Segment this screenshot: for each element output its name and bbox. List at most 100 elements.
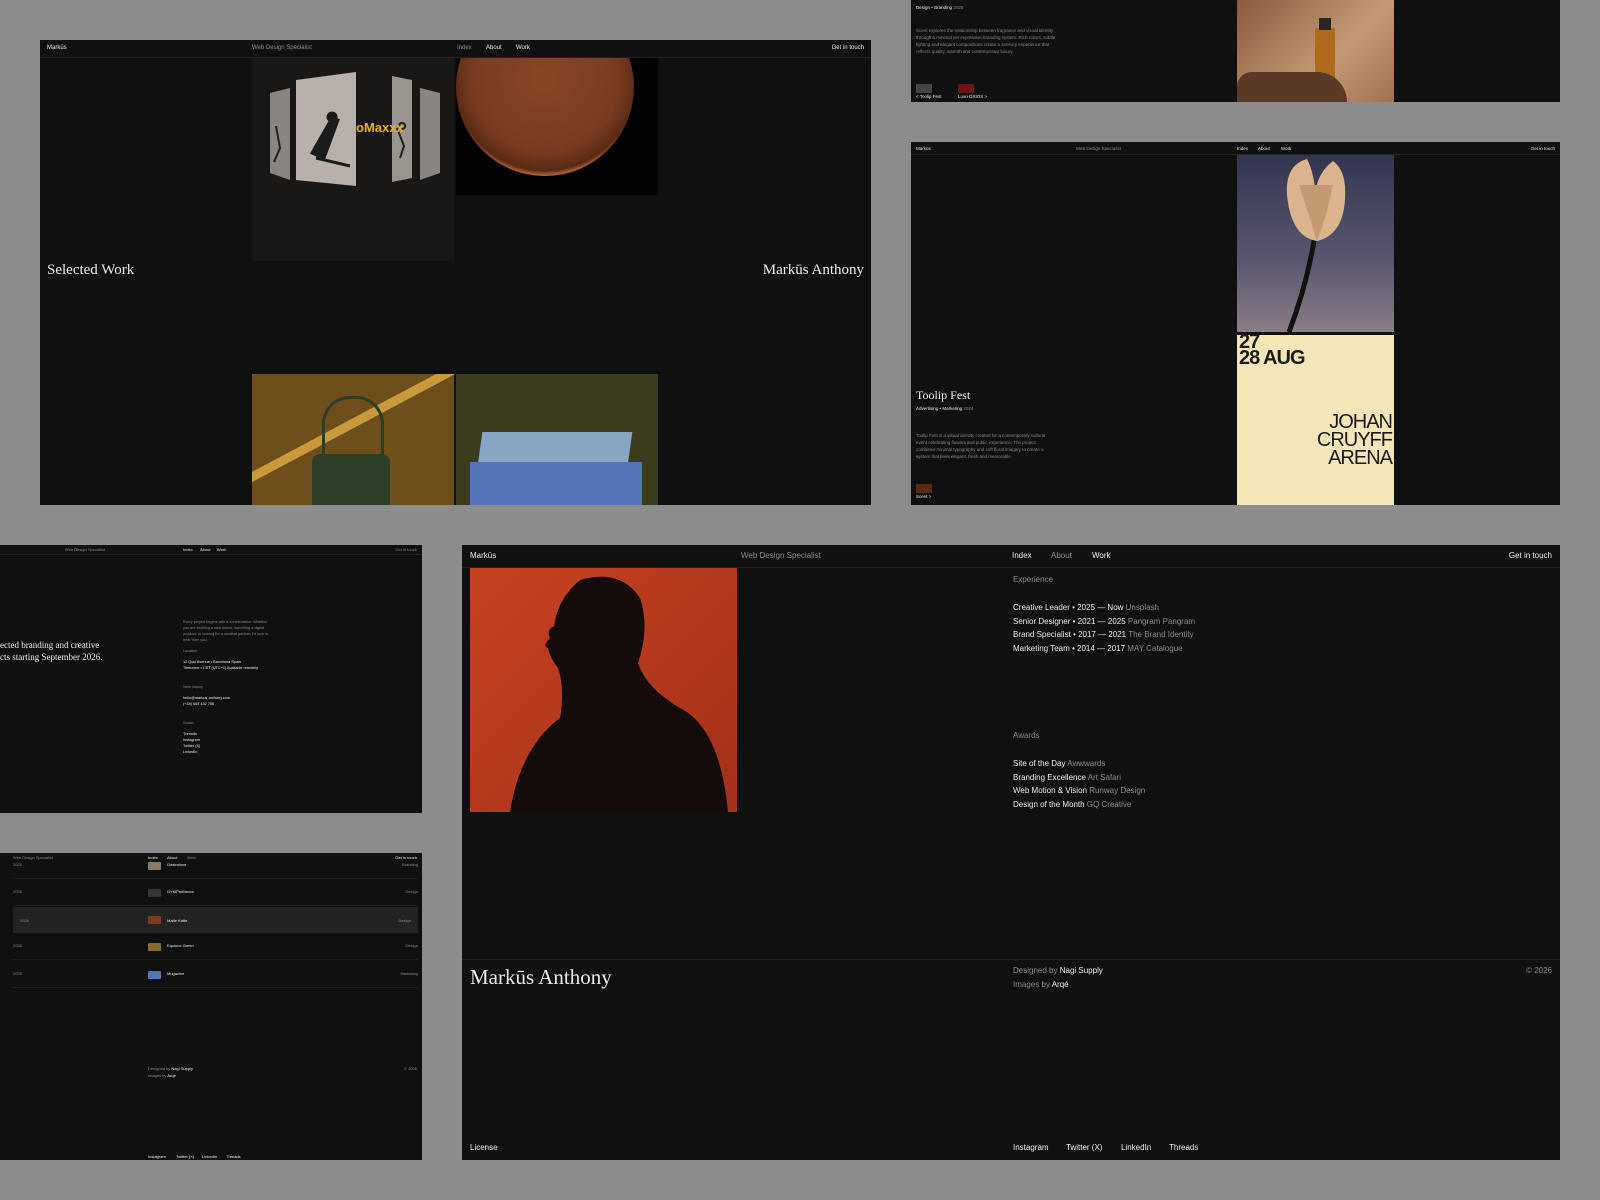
row-thumbnail bbox=[148, 971, 161, 979]
project-meta: Advertising • Marketing 2024 bbox=[916, 406, 974, 411]
row-name: Gastrolove bbox=[167, 862, 187, 867]
project-image-bag[interactable] bbox=[252, 374, 454, 505]
tagline: Web Design Specialist bbox=[13, 855, 53, 860]
footer-threads[interactable]: Threads bbox=[1169, 1143, 1198, 1152]
index-list-panel: Web Design Specialist Index About Work G… bbox=[0, 853, 422, 1160]
footer-linkedin[interactable]: LinkedIn bbox=[1121, 1143, 1151, 1152]
poster-date-2: 28 AUG bbox=[1239, 347, 1306, 369]
scent-meta: Design • Branding 2025 bbox=[916, 5, 964, 10]
get-in-touch-button[interactable]: Get in touch bbox=[1531, 146, 1555, 151]
tulip-image bbox=[1237, 155, 1394, 332]
nav-work[interactable]: Work bbox=[1281, 146, 1291, 151]
prev-thumbnail bbox=[916, 84, 932, 93]
row-year: 2025 bbox=[13, 862, 22, 867]
social-instagram[interactable]: Instagram bbox=[183, 738, 200, 742]
brand-link[interactable]: Markūs bbox=[47, 45, 67, 51]
nav-about[interactable]: About bbox=[1051, 551, 1072, 560]
email-link[interactable]: hello@markus-anthony.com bbox=[183, 696, 230, 700]
get-in-touch-button[interactable]: Get in touch bbox=[395, 547, 417, 552]
project-image-gym[interactable]: oMaxxx bbox=[252, 58, 454, 261]
box-top bbox=[477, 432, 633, 466]
row-year: 2026 bbox=[13, 943, 22, 948]
nav-about[interactable]: About bbox=[486, 45, 502, 51]
nav-work[interactable]: Work bbox=[1092, 551, 1111, 560]
location-line-2: Timezone • CET (UTC+1) Available remotel… bbox=[183, 666, 259, 670]
license-link[interactable]: License bbox=[470, 1143, 498, 1152]
next-project-link[interactable]: Luxo OXIOS > bbox=[958, 84, 987, 100]
event-poster: 27 28 AUG JOHAN CRUYFF ARENA bbox=[1237, 335, 1394, 505]
get-in-touch-button[interactable]: Get in touch bbox=[395, 855, 417, 860]
nav-index[interactable]: Index bbox=[457, 45, 472, 51]
box-front bbox=[470, 462, 642, 505]
plate-shape bbox=[456, 58, 634, 176]
footer-instagram[interactable]: Instagram bbox=[1013, 1143, 1049, 1152]
credits-images: Images by Arqé bbox=[148, 1073, 176, 1078]
social-twitter[interactable]: Twitter (X) bbox=[183, 744, 200, 748]
social-linkedin[interactable]: LinkedIn bbox=[183, 750, 197, 754]
designed-by-link[interactable]: Nagi Supply bbox=[171, 1066, 193, 1071]
contact-panel: Web Design Specialist Index About Work G… bbox=[0, 545, 422, 813]
row-category: Design bbox=[405, 889, 418, 894]
footer-threads[interactable]: Threads bbox=[226, 1154, 241, 1159]
designed-by-link[interactable]: Nagi Supply bbox=[1060, 966, 1103, 975]
top-nav: Markūs Web Design Specialist Index About… bbox=[911, 142, 1560, 155]
divider bbox=[13, 987, 418, 988]
next-label: Luxo OXIOS > bbox=[958, 94, 988, 99]
prev-project-link[interactable]: < Toolip Fest bbox=[916, 84, 942, 100]
footer-twitter[interactable]: Twitter (X) bbox=[176, 1154, 194, 1159]
copyright: © 2026 bbox=[404, 1066, 417, 1071]
footer-twitter[interactable]: Twitter (X) bbox=[1066, 1143, 1102, 1152]
nav-work[interactable]: Work bbox=[217, 547, 226, 552]
footer-linkedin[interactable]: LinkedIn bbox=[202, 1154, 217, 1159]
experience-label: Experience bbox=[1013, 575, 1054, 584]
row-name: Equinox Green bbox=[167, 943, 194, 948]
divider bbox=[13, 878, 418, 879]
top-nav: Markūs Web Design Specialist Index About… bbox=[462, 545, 1560, 568]
table-row-active[interactable]: 2026 Matte Kaffe Design bbox=[13, 907, 418, 933]
nav-work[interactable]: Work bbox=[187, 855, 196, 860]
experience-item: Senior Designer • 2021 — 2025 Pangram Pa… bbox=[1013, 617, 1196, 626]
social-threads[interactable]: Threads bbox=[183, 732, 197, 736]
designer-name: Markūs Anthony bbox=[762, 262, 864, 278]
location-label: Location bbox=[183, 649, 198, 653]
next-project-link[interactable]: Scent > bbox=[916, 484, 932, 500]
row-category: Design bbox=[398, 918, 411, 923]
award-item: Design of the Month GQ Creative bbox=[1013, 800, 1132, 809]
location-line-1: 12 Quiz Avenue • Barcelona Spain bbox=[183, 660, 242, 664]
prev-label: < Toolip Fest bbox=[916, 94, 942, 99]
table-row[interactable]: 2026 Equinox Green Design bbox=[13, 943, 418, 959]
project-image-box[interactable] bbox=[456, 374, 658, 505]
nav-index[interactable]: Index bbox=[1237, 146, 1248, 151]
contact-intro-line-1: ected branding and creative bbox=[0, 640, 100, 650]
images-by-link[interactable]: Arqé bbox=[1052, 980, 1069, 989]
award-item: Web Motion & Vision Runway Design bbox=[1013, 786, 1146, 795]
footer-instagram[interactable]: Instagram bbox=[148, 1154, 166, 1159]
row-year: 2025 bbox=[13, 971, 22, 976]
nav-index[interactable]: Index bbox=[148, 855, 158, 860]
phone-link[interactable]: (+34) 654 432 756 bbox=[183, 702, 214, 706]
get-in-touch-button[interactable]: Get in touch bbox=[1509, 551, 1552, 560]
contact-body: Every project begins with a conversation… bbox=[183, 620, 269, 642]
row-name: GYMProMaxxx bbox=[167, 889, 194, 894]
experience-item: Brand Specialist • 2017 — 2021 The Brand… bbox=[1013, 630, 1194, 639]
contact-intro-line-2: cts starting September 2026. bbox=[0, 652, 103, 662]
nav-index[interactable]: Index bbox=[1012, 551, 1032, 560]
nav-work[interactable]: Work bbox=[516, 45, 530, 51]
brand-link[interactable]: Markūs bbox=[470, 551, 496, 560]
images-by-link[interactable]: Arqé bbox=[167, 1073, 175, 1078]
row-thumbnail bbox=[148, 862, 161, 870]
nav-about[interactable]: About bbox=[200, 547, 210, 552]
nav-index[interactable]: Index bbox=[183, 547, 193, 552]
tagline: Web Design Specialist bbox=[252, 45, 312, 51]
nav-about[interactable]: About bbox=[1258, 146, 1270, 151]
tagline: Web Design Specialist bbox=[1076, 146, 1121, 151]
project-image-plate[interactable] bbox=[456, 58, 658, 195]
table-row[interactable]: 2025 Mugazine Marketing bbox=[13, 971, 418, 987]
nav-about[interactable]: About bbox=[167, 855, 177, 860]
tulip-illustration bbox=[1286, 159, 1346, 332]
brand-link[interactable]: Markūs bbox=[916, 146, 931, 151]
footer-divider bbox=[462, 959, 1560, 960]
table-row[interactable]: 2026 GYMProMaxxx Design bbox=[13, 889, 418, 905]
table-row[interactable]: 2025 Gastrolove Branding bbox=[13, 862, 418, 878]
get-in-touch-button[interactable]: Get in touch bbox=[832, 45, 864, 51]
